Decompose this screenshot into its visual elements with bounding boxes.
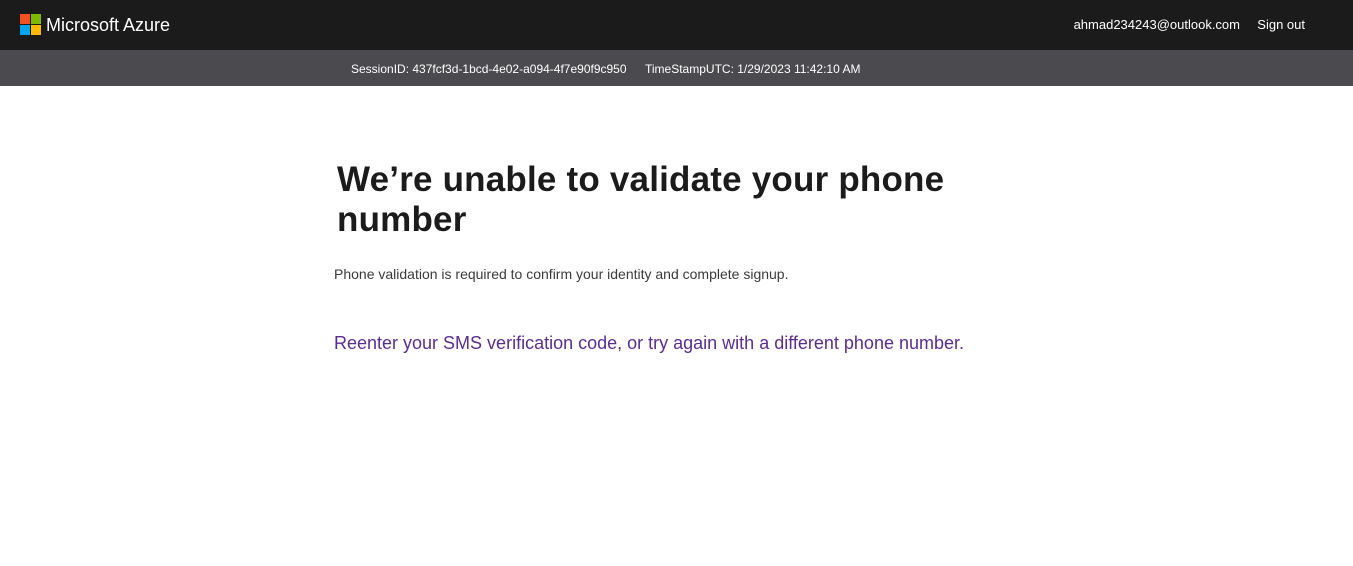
microsoft-logo-icon[interactable]: [20, 14, 41, 35]
brand-name[interactable]: Microsoft Azure: [46, 13, 170, 37]
user-email: ahmad234243@outlook.com: [1073, 17, 1240, 32]
page-description: Phone validation is required to confirm …: [334, 266, 789, 282]
top-bar: Microsoft Azure ahmad234243@outlook.com …: [0, 0, 1353, 50]
sign-out-link[interactable]: Sign out: [1257, 16, 1305, 34]
session-id: SessionID: 437fcf3d-1bcd-4e02-a094-4f7e9…: [351, 62, 627, 76]
timestamp: TimeStampUTC: 1/29/2023 11:42:10 AM: [645, 62, 861, 76]
page-title: We’re unable to validate your phone numb…: [337, 160, 945, 239]
session-bar: SessionID: 437fcf3d-1bcd-4e02-a094-4f7e9…: [0, 50, 1353, 86]
reenter-code-link[interactable]: Reenter your SMS verification code, or t…: [334, 331, 964, 355]
